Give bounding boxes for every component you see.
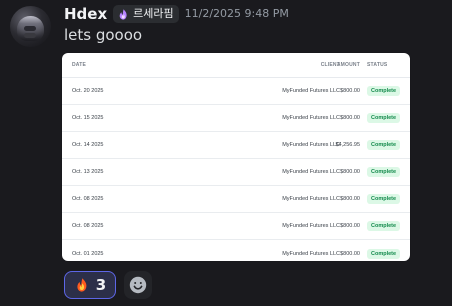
table-row: Oct. 01 2025 MyFunded Futures LLC $800.0… [62, 240, 410, 261]
table-cell-amount: $800.00 [340, 169, 360, 175]
smiley-icon [128, 275, 148, 295]
table-cell-amount: $800.00 [340, 223, 360, 229]
table-cell-date: Oct. 01 2025 [72, 250, 104, 257]
amount-column-header: AMOUNT [336, 62, 360, 68]
purple-flame-icon [117, 8, 130, 21]
table-row: Oct. 15 2025 MyFunded Futures LLC $800.0… [62, 105, 410, 132]
table-cell-status: Complete [367, 105, 407, 131]
table-cell-status: Complete [367, 132, 407, 158]
table-row: Oct. 14 2025 MyFunded Futures LLC $4,256… [62, 132, 410, 159]
status-badge: Complete [367, 140, 401, 150]
fire-icon [74, 277, 90, 293]
table-cell-amount: $800.00 [340, 250, 360, 257]
table-cell-status: Complete [367, 78, 407, 104]
payment-history-image[interactable]: DATE CLIENT AMOUNT STATUS Oct. 20 2025 M… [62, 53, 410, 261]
message-timestamp: 11/2/2025 9:48 PM [184, 7, 289, 20]
table-row: Oct. 13 2025 MyFunded Futures LLC $800.0… [62, 159, 410, 186]
status-badge: Complete [367, 221, 401, 231]
chat-message: Hdex 르세라핌 11/2/2025 9:48 PM lets goooo D… [0, 0, 452, 306]
table-cell-amount: $800.00 [340, 196, 360, 202]
table-row: Oct. 08 2025 MyFunded Futures LLC $800.0… [62, 213, 410, 240]
table-cell-amount: $800.00 [340, 115, 360, 121]
table-cell-amount: $800.00 [340, 88, 360, 94]
author-name[interactable]: Hdex [64, 4, 107, 24]
table-cell-date: Oct. 20 2025 [72, 88, 104, 94]
table-cell-status: Complete [367, 240, 407, 261]
role-tag-label: 르세라핌 [133, 7, 174, 20]
status-badge: Complete [367, 248, 401, 259]
table-cell-date: Oct. 13 2025 [72, 169, 104, 175]
status-badge: Complete [367, 86, 401, 96]
user-avatar[interactable] [10, 6, 51, 47]
table-cell-status: Complete [367, 159, 407, 185]
table-header: DATE CLIENT AMOUNT STATUS [62, 53, 410, 78]
table-row: Oct. 08 2025 MyFunded Futures LLC $800.0… [62, 186, 410, 213]
status-badge: Complete [367, 194, 401, 204]
message-header: Hdex 르세라핌 11/2/2025 9:48 PM [64, 4, 289, 24]
reaction-bar: 3 [64, 270, 152, 300]
add-reaction-button[interactable] [124, 271, 152, 299]
status-column-header: STATUS [367, 62, 388, 68]
table-cell-status: Complete [367, 213, 407, 239]
role-tag: 르세라핌 [113, 5, 179, 23]
table-cell-amount: $4,256.95 [335, 142, 360, 148]
table-cell-status: Complete [367, 186, 407, 212]
table-cell-date: Oct. 15 2025 [72, 115, 104, 121]
fire-reaction-count: 3 [95, 276, 107, 294]
table-cell-date: Oct. 14 2025 [72, 142, 104, 148]
message-content: lets goooo [64, 26, 143, 44]
table-row: Oct. 20 2025 MyFunded Futures LLC $800.0… [62, 78, 410, 105]
date-column-header: DATE [72, 62, 87, 68]
status-badge: Complete [367, 113, 401, 123]
status-badge: Complete [367, 167, 401, 177]
fire-reaction-button[interactable]: 3 [64, 271, 116, 299]
table-cell-date: Oct. 08 2025 [72, 196, 104, 202]
table-cell-date: Oct. 08 2025 [72, 223, 104, 229]
